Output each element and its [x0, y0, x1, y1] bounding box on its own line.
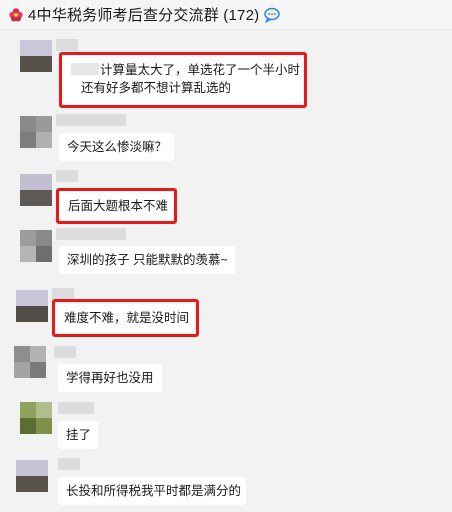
avatar[interactable] — [14, 346, 46, 378]
chat-header: 4中华税务师考后查分交流群 (172) — [0, 0, 452, 30]
message-bubble[interactable]: 今天这么惨淡嘛？ — [59, 133, 174, 161]
avatar[interactable] — [20, 116, 52, 148]
message-bubble[interactable]: 长投和所得税我平时都是满分的 — [58, 477, 246, 505]
message-bubble[interactable]: 挂了 — [58, 421, 98, 449]
avatar[interactable] — [20, 174, 52, 206]
message-bubble[interactable]: 深圳的孩子 只能默默的羡慕~ — [59, 246, 235, 274]
highlight-box — [52, 299, 199, 337]
chat-bubble-icon[interactable] — [263, 7, 281, 23]
message-list[interactable]: 计算量太大了，单选花了一个半小时 还有好多都不想计算乱选的 今天这么惨淡嘛？ 后… — [0, 30, 452, 512]
message-text: 深圳的孩子 只能默默的羡慕~ — [67, 253, 228, 267]
avatar[interactable] — [20, 402, 52, 434]
sender-name — [56, 39, 78, 51]
highlight-box — [56, 188, 177, 224]
message-text: 学得再好也没用 — [66, 371, 154, 385]
flower-icon — [8, 7, 24, 23]
highlight-box — [59, 52, 307, 108]
avatar[interactable] — [20, 230, 52, 262]
message-text: 今天这么惨淡嘛？ — [67, 140, 168, 154]
sender-name — [54, 346, 76, 358]
group-title[interactable]: 4中华税务师考后查分交流群 (172) — [28, 4, 259, 25]
message-text: 长投和所得税我平时都是满分的 — [66, 484, 242, 498]
avatar[interactable] — [16, 460, 48, 492]
avatar[interactable] — [20, 40, 52, 72]
sender-name — [58, 402, 94, 414]
message-bubble[interactable]: 学得再好也没用 — [58, 364, 162, 392]
sender-name — [56, 114, 126, 126]
sender-name — [56, 228, 126, 240]
sender-name — [56, 170, 78, 182]
message-text: 挂了 — [66, 428, 92, 442]
avatar[interactable] — [16, 290, 48, 322]
sender-name — [58, 458, 80, 470]
